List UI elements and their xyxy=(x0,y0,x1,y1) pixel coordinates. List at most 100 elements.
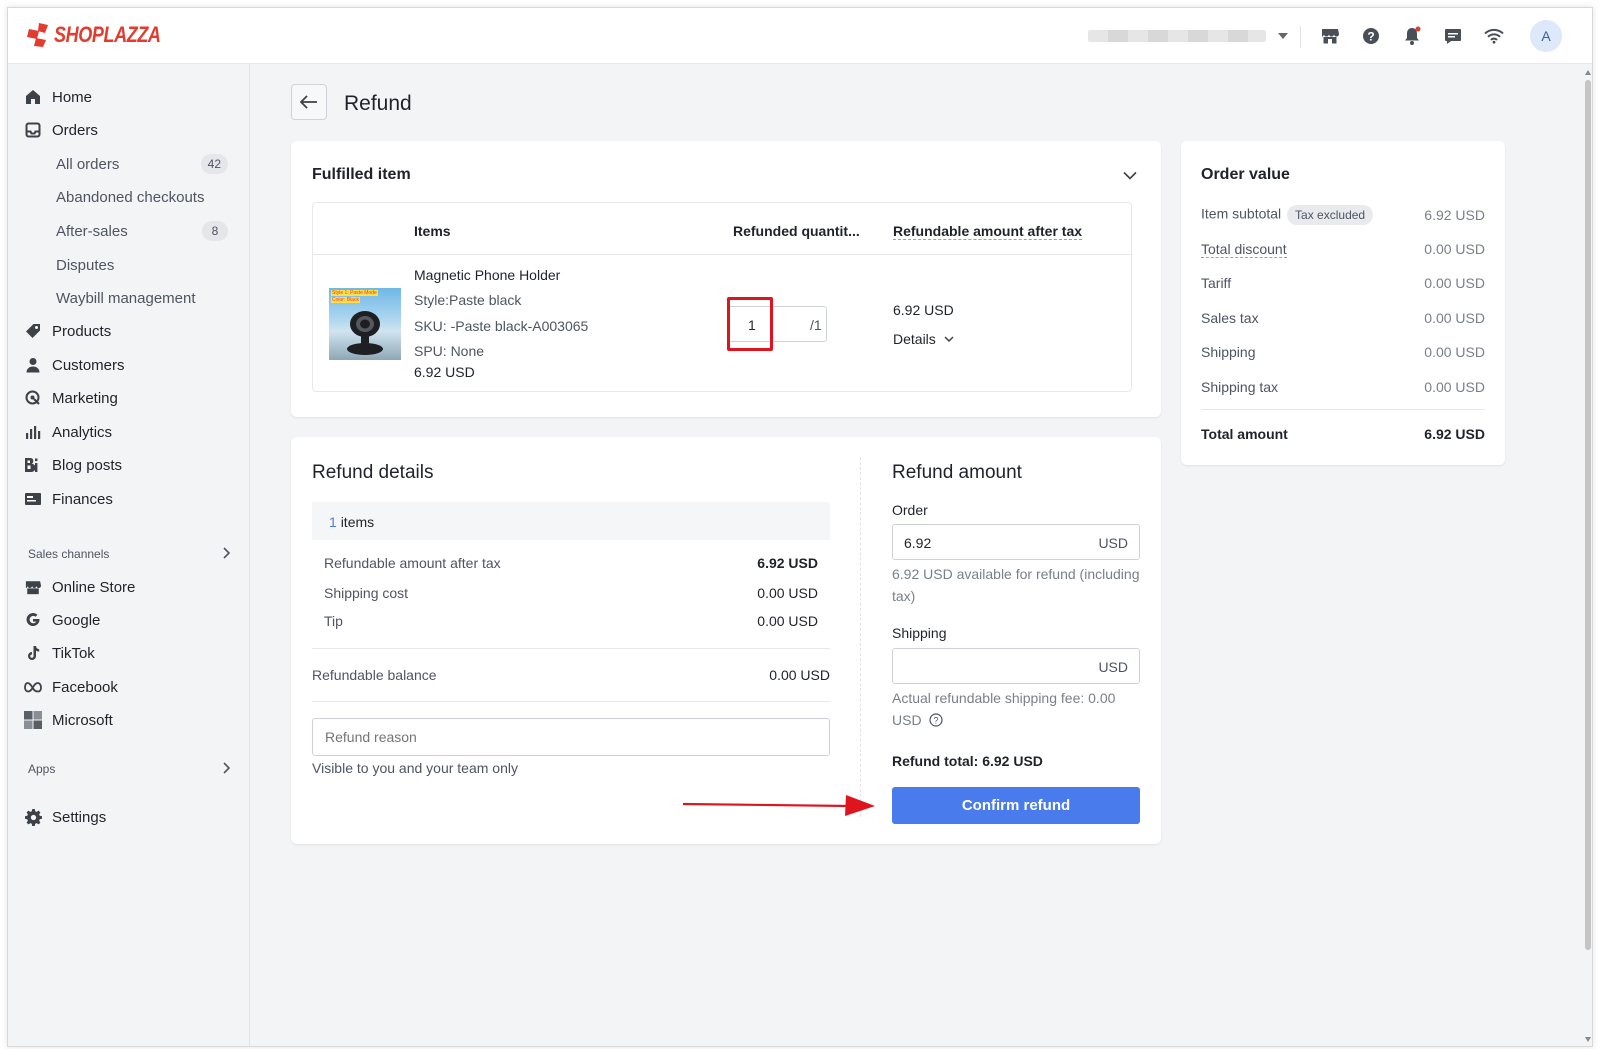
store-selector[interactable] xyxy=(1088,29,1288,43)
chat-icon[interactable] xyxy=(1441,24,1465,48)
sidebar-section-apps[interactable]: Apps xyxy=(28,760,231,778)
bell-icon[interactable] xyxy=(1400,24,1424,48)
product-style: Style:Paste black xyxy=(414,292,522,308)
sidebar-item-label: Marketing xyxy=(52,389,118,407)
sidebar-item-customers[interactable]: Customers xyxy=(24,352,125,378)
sidebar-item-tiktok[interactable]: TikTok xyxy=(24,640,95,666)
row-label: Item subtotal xyxy=(1201,205,1282,222)
section-title: Sales channels xyxy=(28,547,110,561)
refundable-amount: 6.92 USD xyxy=(893,302,954,318)
back-button[interactable] xyxy=(291,84,327,120)
sidebar-item-settings[interactable]: Settings xyxy=(24,804,106,830)
card-title: Fulfilled item xyxy=(312,166,411,183)
sidebar-item-products[interactable]: Products xyxy=(24,318,111,344)
refund-details-title: Refund details xyxy=(312,462,434,483)
row-value: 0.00 USD xyxy=(1424,344,1485,360)
scroll-up-icon[interactable] xyxy=(1585,70,1591,75)
logo[interactable]: SHOPLAZZA xyxy=(26,22,184,48)
chevron-right-icon xyxy=(222,762,231,777)
sidebar-item-microsoft[interactable]: Microsoft xyxy=(24,707,113,733)
svg-text:?: ? xyxy=(934,716,939,726)
row-value: 0.00 USD xyxy=(1424,379,1485,395)
sidebar-item-finances[interactable]: Finances xyxy=(24,486,113,512)
items-table: Items Refunded quantit... Refundable amo… xyxy=(312,202,1132,392)
order-value-row-label: Item subtotal Tax excluded xyxy=(1201,205,1374,225)
product-sku: SKU: -Paste black-A003065 xyxy=(414,318,589,334)
row-label: Shipping cost xyxy=(324,585,409,601)
divider xyxy=(1201,409,1485,410)
marketing-icon xyxy=(24,389,42,407)
order-refund-input[interactable]: 6.92 USD xyxy=(892,524,1140,560)
row-value: 0.00 USD xyxy=(1424,310,1485,326)
sidebar-item-label: Settings xyxy=(52,808,107,826)
sidebar-item-google[interactable]: Google xyxy=(24,607,100,633)
help-icon[interactable]: ? xyxy=(1359,24,1383,48)
row-label: Sales tax xyxy=(1201,310,1259,326)
order-value-card: Order value Item subtotal Tax excluded 6… xyxy=(1181,141,1505,465)
product-price: 6.92 USD xyxy=(414,364,475,380)
sidebar-item-marketing[interactable]: Marketing xyxy=(24,385,118,411)
annotation-highlight-box xyxy=(727,297,773,351)
caret-down-icon xyxy=(1278,33,1288,39)
product-name[interactable]: Magnetic Phone Holder xyxy=(414,267,560,283)
chevron-down-icon[interactable] xyxy=(1123,167,1137,183)
sidebar-item-label: Products xyxy=(52,322,112,340)
sidebar-item-label: Customers xyxy=(52,356,125,374)
sidebar-item-label: Orders xyxy=(52,121,98,139)
sidebar-item-analytics[interactable]: Analytics xyxy=(24,419,112,445)
sidebar-item-online-store[interactable]: Online Store xyxy=(24,574,135,600)
sidebar-item-label: Microsoft xyxy=(52,711,113,729)
scroll-down-icon[interactable] xyxy=(1585,1037,1591,1042)
scrollbar[interactable] xyxy=(1584,66,1592,1046)
gear-icon xyxy=(24,808,42,826)
store-icon[interactable] xyxy=(1318,24,1342,48)
column-header-refundable-amount[interactable]: Refundable amount after tax xyxy=(893,223,1083,240)
refund-total: Refund total: 6.92 USD xyxy=(892,753,1043,769)
column-header-refunded-quantity: Refunded quantit... xyxy=(733,223,860,239)
sidebar-item-orders[interactable]: Orders xyxy=(24,117,98,143)
tax-excluded-badge: Tax excluded xyxy=(1287,205,1374,225)
sidebar-item-abandoned-checkouts[interactable]: Abandoned checkouts xyxy=(56,185,228,209)
wifi-icon[interactable] xyxy=(1482,24,1506,48)
details-toggle[interactable]: Details xyxy=(893,331,954,347)
sidebar-item-disputes[interactable]: Disputes xyxy=(56,253,228,277)
refund-card: Refund details 1 items Refundable amount… xyxy=(291,437,1161,844)
sidebar-item-blog-posts[interactable]: Blog posts xyxy=(24,452,122,478)
items-count[interactable]: 1 xyxy=(329,514,337,530)
bar-chart-icon xyxy=(24,423,42,441)
top-bar: SHOPLAZZA ? A xyxy=(8,8,1592,64)
items-word: items xyxy=(340,514,375,530)
finances-icon xyxy=(24,490,42,508)
scrollbar-thumb[interactable] xyxy=(1585,80,1591,950)
arrow-left-icon xyxy=(300,95,317,109)
section-title: Apps xyxy=(28,762,56,776)
sidebar-item-home[interactable]: Home xyxy=(24,84,92,110)
sidebar-item-facebook[interactable]: Facebook xyxy=(24,674,118,700)
currency-suffix: USD xyxy=(1098,535,1128,551)
help-circle-icon[interactable]: ? xyxy=(929,713,944,727)
sidebar-section-sales-channels[interactable]: Sales channels xyxy=(28,545,231,563)
sidebar-item-waybill-management[interactable]: Waybill management xyxy=(56,286,228,310)
confirm-refund-button[interactable]: Confirm refund xyxy=(892,787,1140,824)
shoplazza-logo-icon xyxy=(27,23,48,47)
blog-icon xyxy=(24,456,42,474)
balance-value: 0.00 USD xyxy=(769,667,830,683)
row-value: 0.00 USD xyxy=(1424,241,1485,257)
sidebar-item-label: Google xyxy=(52,611,101,629)
divider xyxy=(312,701,830,702)
column-divider xyxy=(860,457,861,817)
shipping-refund-input[interactable]: USD xyxy=(892,648,1140,684)
sidebar-item-label: TikTok xyxy=(52,644,95,662)
refund-reason-input[interactable] xyxy=(312,718,830,756)
sidebar-item-label: Finances xyxy=(52,490,113,508)
tiktok-icon xyxy=(24,644,42,662)
quantity-max: /1 xyxy=(810,317,822,333)
row-value: 0.00 USD xyxy=(757,613,818,629)
image-label: Style 1: Paste Mode xyxy=(331,290,378,296)
sidebar-item-after-sales[interactable]: After-sales 8 xyxy=(56,219,228,243)
meta-icon xyxy=(24,678,42,696)
brand-name: SHOPLAZZA xyxy=(54,22,161,47)
row-label[interactable]: Total discount xyxy=(1201,241,1287,258)
sidebar-item-all-orders[interactable]: All orders 42 xyxy=(56,152,228,176)
avatar[interactable]: A xyxy=(1530,20,1562,52)
